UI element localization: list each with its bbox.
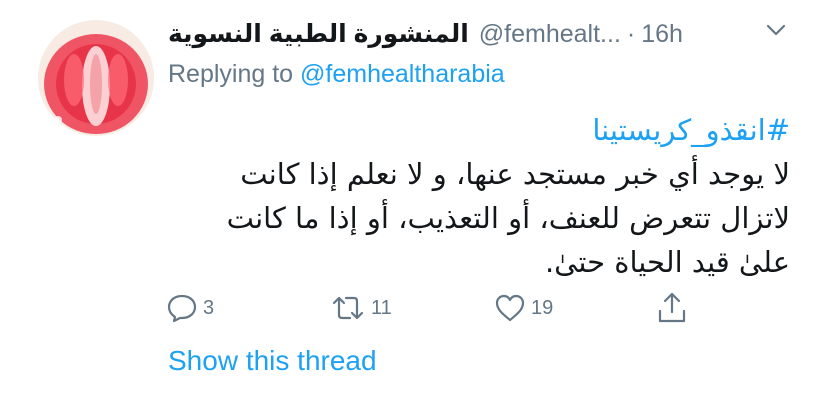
chevron-down-icon[interactable] (765, 22, 787, 38)
retweet-count: 11 (371, 296, 392, 319)
share-icon (658, 292, 686, 323)
replying-to-handle[interactable]: @femhealtharabia (300, 60, 505, 88)
display-name[interactable]: المنشورة الطبية النسوية (168, 19, 469, 49)
tweet-text: #انقذو_كريستينا لا يوجد أي خبر مستجد عنه… (168, 108, 790, 284)
reply-icon (167, 294, 197, 323)
timestamp[interactable]: 16h (641, 20, 683, 49)
reply-button[interactable]: 3 (166, 290, 214, 326)
retweet-button[interactable]: 11 (330, 290, 392, 326)
like-count: 19 (531, 296, 554, 319)
retweet-icon (332, 296, 364, 320)
show-thread-link[interactable]: Show this thread (168, 345, 377, 377)
hashtag-link[interactable]: #انقذو_كريستينا (168, 108, 790, 152)
like-icon (495, 294, 525, 322)
tweet-text-line: لاتزال تتعرض للعنف، أو التعذيب، أو إذا م… (226, 201, 790, 235)
reply-count: 3 (203, 296, 215, 319)
avatar-image (38, 20, 154, 136)
replying-to: Replying to @femhealtharabia (168, 60, 505, 89)
tweet-text-line: علىٰ قيد الحياة حتىٰ. (544, 245, 790, 279)
like-button[interactable]: 19 (494, 290, 553, 326)
user-handle[interactable]: @femhealt... (479, 20, 621, 49)
separator: · (626, 19, 636, 48)
tweet-text-line: لا يوجد أي خبر مستجد عنها، و لا نعلم إذا… (240, 157, 790, 191)
avatar[interactable] (38, 20, 154, 136)
tweet-header: المنشورة الطبية النسوية @femhealt... · 1… (168, 14, 683, 54)
replying-to-label: Replying to (168, 60, 294, 88)
share-button[interactable] (656, 290, 688, 326)
